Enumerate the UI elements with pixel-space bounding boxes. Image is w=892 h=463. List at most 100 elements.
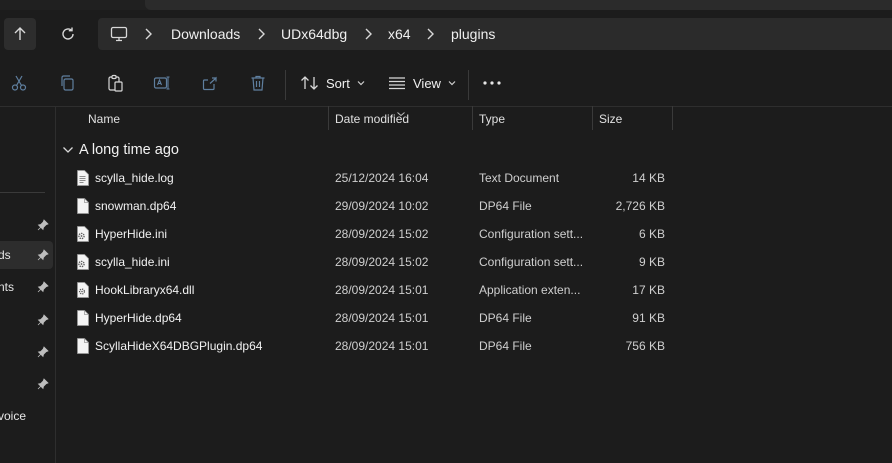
file-name: snowman.dp64 bbox=[95, 199, 177, 213]
chevron-down-icon bbox=[448, 81, 456, 86]
file-date: 28/09/2024 15:01 bbox=[335, 339, 429, 353]
breadcrumb-udx64dbg[interactable]: UDx64dbg bbox=[281, 18, 347, 50]
toolbar-divider bbox=[285, 70, 286, 100]
paste-icon[interactable] bbox=[104, 72, 126, 94]
file-row[interactable]: HyperHide.dp64 28/09/2024 15:01 DP64 Fil… bbox=[72, 304, 672, 332]
file-date: 28/09/2024 15:02 bbox=[335, 255, 429, 269]
file-row[interactable]: scylla_hide.ini 28/09/2024 15:02 Configu… bbox=[72, 248, 672, 276]
blank-file-icon bbox=[77, 198, 89, 214]
file-type: Configuration sett... bbox=[479, 227, 584, 241]
file-name: scylla_hide.log bbox=[95, 171, 174, 185]
file-date: 25/12/2024 16:04 bbox=[335, 171, 429, 185]
file-date: 28/09/2024 15:01 bbox=[335, 311, 429, 325]
sidebar-item-label: nts bbox=[0, 280, 15, 294]
toolbar-divider bbox=[468, 70, 469, 100]
group-title: A long time ago bbox=[79, 142, 179, 158]
file-type: Text Document bbox=[479, 171, 560, 185]
file-date: 28/09/2024 15:01 bbox=[335, 283, 429, 297]
file-size: 14 KB bbox=[632, 171, 665, 185]
navigation-pane: ds nts voice bbox=[0, 107, 56, 463]
rename-icon[interactable] bbox=[151, 72, 173, 94]
file-name: HookLibraryx64.dll bbox=[95, 283, 195, 297]
file-size: 756 KB bbox=[625, 339, 665, 353]
more-options-icon[interactable] bbox=[481, 72, 503, 94]
file-name: scylla_hide.ini bbox=[95, 255, 170, 269]
sidebar-item-6[interactable] bbox=[0, 370, 53, 398]
column-header-date[interactable]: Date modified bbox=[335, 108, 409, 130]
view-button[interactable]: View bbox=[388, 68, 457, 98]
column-divider[interactable] bbox=[592, 106, 593, 130]
file-size: 2,726 KB bbox=[615, 199, 665, 213]
pin-icon bbox=[37, 281, 49, 293]
column-header-type[interactable]: Type bbox=[479, 108, 505, 130]
blank-file-icon bbox=[77, 338, 89, 354]
chevron-down-icon bbox=[357, 81, 365, 86]
file-row[interactable]: HyperHide.ini 28/09/2024 15:02 Configura… bbox=[72, 220, 672, 248]
this-pc-icon[interactable] bbox=[110, 18, 128, 50]
address-bar[interactable]: Downloads UDx64dbg x64 plugins bbox=[98, 18, 892, 50]
column-divider[interactable] bbox=[672, 106, 673, 130]
tab-strip bbox=[145, 0, 892, 10]
settings-file-icon bbox=[77, 226, 89, 242]
file-row[interactable]: ScyllaHideX64DBGPlugin.dp64 28/09/2024 1… bbox=[72, 332, 672, 360]
blank-file-icon bbox=[77, 310, 89, 326]
sidebar-item-label: voice bbox=[0, 409, 27, 423]
share-icon[interactable] bbox=[199, 72, 221, 94]
sidebar-item-1[interactable] bbox=[0, 211, 53, 239]
file-size: 6 KB bbox=[638, 227, 665, 241]
command-bar: Sort View bbox=[0, 60, 892, 107]
file-type: Configuration sett... bbox=[479, 255, 584, 269]
view-list-icon bbox=[389, 77, 405, 90]
group-header[interactable]: A long time ago bbox=[62, 140, 179, 160]
view-label: View bbox=[413, 75, 441, 91]
breadcrumb-downloads[interactable]: Downloads bbox=[171, 18, 240, 50]
column-header-name[interactable]: Name bbox=[88, 108, 120, 130]
pin-icon bbox=[37, 219, 49, 231]
file-row[interactable]: HookLibraryx64.dll 28/09/2024 15:01 Appl… bbox=[72, 276, 672, 304]
pin-icon bbox=[37, 314, 49, 326]
file-type: Application exten... bbox=[479, 283, 581, 297]
chevron-right-icon[interactable] bbox=[144, 18, 152, 50]
file-size: 9 KB bbox=[638, 255, 665, 269]
file-type: DP64 File bbox=[479, 339, 532, 353]
file-row[interactable]: snowman.dp64 29/09/2024 10:02 DP64 File … bbox=[72, 192, 672, 220]
sidebar-item-downloads[interactable]: ds bbox=[0, 241, 53, 269]
file-type: DP64 File bbox=[479, 311, 532, 325]
cut-icon[interactable] bbox=[8, 72, 30, 94]
refresh-button[interactable] bbox=[52, 18, 84, 50]
settings-file-icon bbox=[77, 254, 89, 270]
text-file-icon bbox=[77, 170, 89, 186]
file-row[interactable]: scylla_hide.log 25/12/2024 16:04 Text Do… bbox=[72, 164, 672, 192]
file-date: 29/09/2024 10:02 bbox=[335, 199, 429, 213]
sort-label: Sort bbox=[326, 75, 350, 91]
file-size: 17 KB bbox=[632, 283, 665, 297]
chevron-right-icon[interactable] bbox=[364, 18, 372, 50]
chevron-right-icon[interactable] bbox=[257, 18, 265, 50]
file-name: HyperHide.ini bbox=[95, 227, 168, 241]
up-button[interactable] bbox=[4, 18, 36, 50]
breadcrumb-x64[interactable]: x64 bbox=[388, 18, 411, 50]
copy-icon[interactable] bbox=[56, 72, 78, 94]
pin-icon bbox=[37, 249, 49, 261]
column-divider[interactable] bbox=[328, 106, 329, 130]
file-size: 91 KB bbox=[632, 311, 665, 325]
chevron-right-icon[interactable] bbox=[426, 18, 434, 50]
refresh-icon bbox=[62, 27, 74, 40]
pin-icon bbox=[37, 378, 49, 390]
sidebar-item-label: ds bbox=[0, 248, 11, 262]
arrow-up-icon bbox=[14, 27, 26, 40]
delete-icon[interactable] bbox=[247, 72, 269, 94]
sidebar-item-documents[interactable]: nts bbox=[0, 273, 53, 301]
pin-icon bbox=[37, 346, 49, 358]
sidebar-item-voice[interactable]: voice bbox=[0, 402, 53, 430]
column-header-size[interactable]: Size bbox=[599, 108, 622, 130]
file-name: ScyllaHideX64DBGPlugin.dp64 bbox=[95, 339, 263, 353]
sidebar-item-4[interactable] bbox=[0, 306, 53, 334]
column-divider[interactable] bbox=[472, 106, 473, 130]
breadcrumb-plugins[interactable]: plugins bbox=[451, 18, 495, 50]
file-date: 28/09/2024 15:02 bbox=[335, 227, 429, 241]
sort-button[interactable]: Sort bbox=[300, 68, 366, 98]
sort-icon bbox=[301, 76, 318, 90]
file-type: DP64 File bbox=[479, 199, 532, 213]
sidebar-item-5[interactable] bbox=[0, 338, 53, 366]
